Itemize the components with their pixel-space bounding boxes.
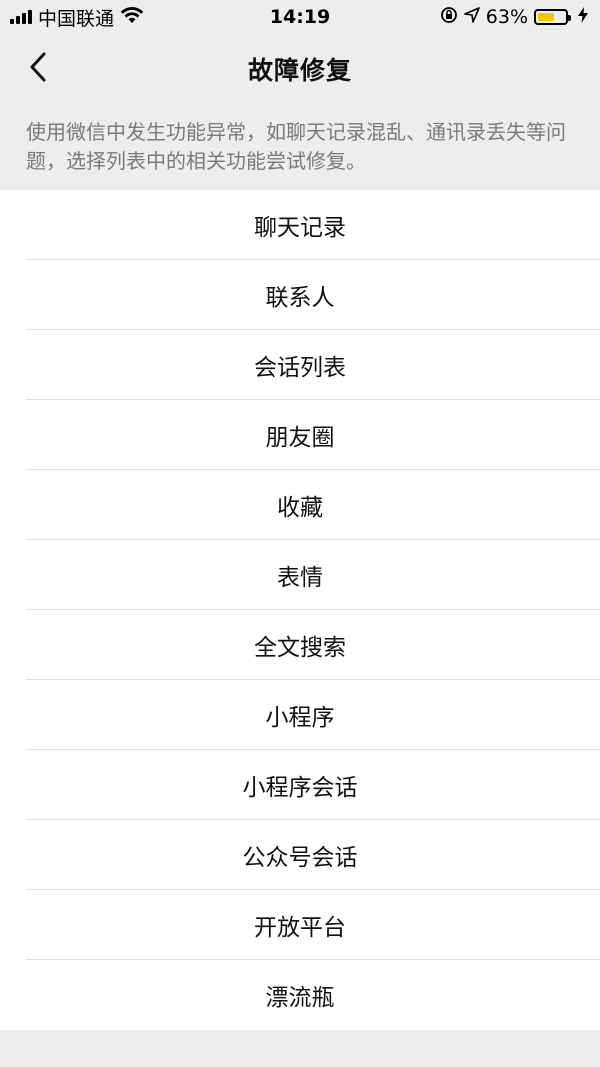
page-title: 故障修复 — [247, 56, 352, 85]
wifi-icon — [120, 6, 144, 29]
list-item[interactable]: 收藏 — [0, 470, 600, 540]
list-item-label: 联系人 — [265, 285, 335, 311]
chevron-left-icon — [28, 52, 48, 86]
list-item-label: 会话列表 — [254, 355, 346, 381]
list-item-label: 收藏 — [277, 495, 323, 521]
list-item[interactable]: 朋友圈 — [0, 400, 600, 470]
back-button[interactable] — [18, 49, 58, 89]
list-item-label: 全文搜索 — [254, 635, 346, 661]
carrier-label: 中国联通 — [38, 7, 115, 30]
list-item[interactable]: 漂流瓶 — [0, 960, 600, 1030]
battery-icon — [534, 9, 571, 25]
list-item[interactable]: 小程序 — [0, 680, 600, 750]
location-icon — [463, 6, 480, 28]
list-item[interactable]: 聊天记录 — [0, 190, 600, 260]
list-item-label: 小程序会话 — [242, 775, 358, 801]
status-bar: 中国联通 14:19 63% — [0, 0, 600, 34]
battery-fill — [538, 13, 555, 21]
list-item[interactable]: 公众号会话 — [0, 820, 600, 890]
list-item-label: 表情 — [277, 565, 323, 591]
list-item-label: 漂流瓶 — [265, 985, 335, 1011]
list-item[interactable]: 联系人 — [0, 260, 600, 330]
charging-icon — [578, 6, 588, 28]
list-item-label: 聊天记录 — [254, 215, 346, 241]
rotation-lock-icon — [440, 6, 458, 29]
list-item[interactable]: 小程序会话 — [0, 750, 600, 820]
repair-function-list: 聊天记录联系人会话列表朋友圈收藏表情全文搜索小程序小程序会话公众号会话开放平台漂… — [0, 190, 600, 1030]
list-item-label: 开放平台 — [254, 915, 346, 941]
list-item[interactable]: 表情 — [0, 540, 600, 610]
list-item[interactable]: 全文搜索 — [0, 610, 600, 680]
navigation-bar: 故障修复 — [0, 34, 600, 104]
list-item-label: 小程序 — [265, 705, 335, 731]
battery-percent: 63% — [485, 6, 528, 28]
list-item[interactable]: 开放平台 — [0, 890, 600, 960]
list-item-label: 公众号会话 — [242, 845, 358, 871]
list-item[interactable]: 会话列表 — [0, 330, 600, 400]
list-item-label: 朋友圈 — [265, 425, 335, 451]
status-right: 63% — [440, 6, 588, 29]
status-left: 中国联通 — [10, 4, 144, 31]
signal-icon — [10, 10, 32, 24]
